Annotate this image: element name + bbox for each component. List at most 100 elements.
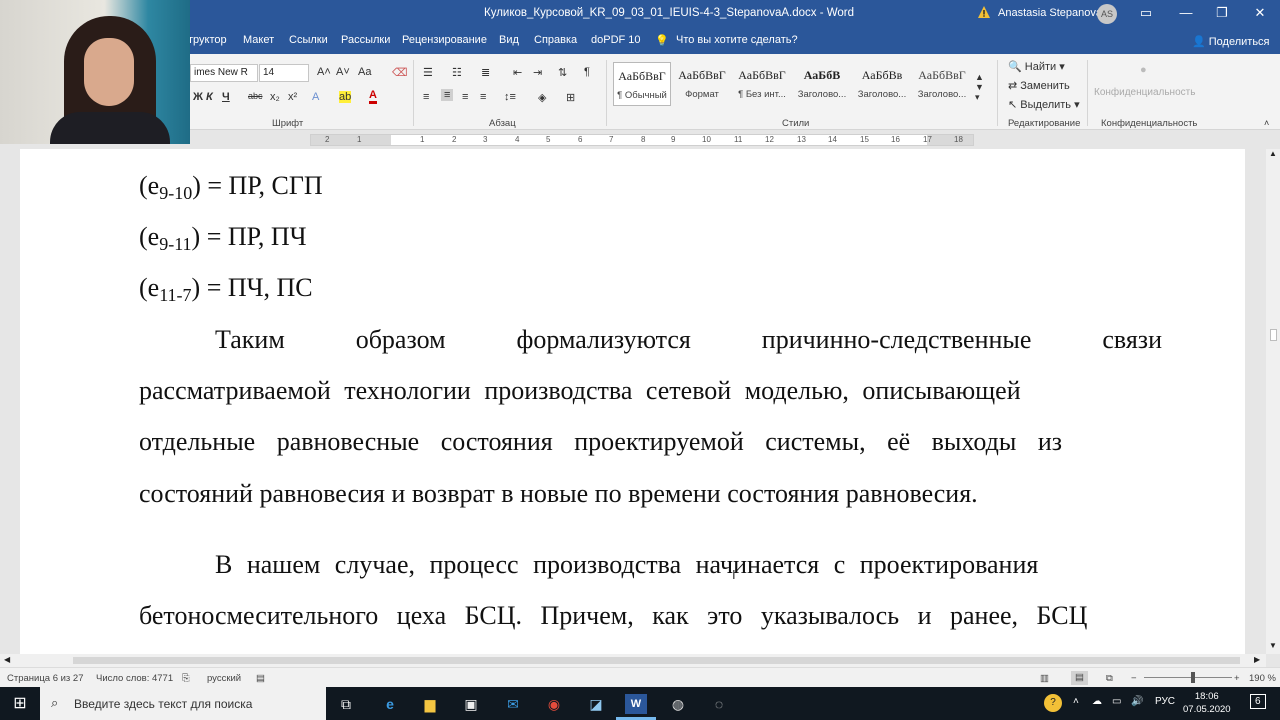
- find-button[interactable]: 🔍 Найти ▾: [1008, 60, 1065, 73]
- file-explorer-icon[interactable]: ▆: [419, 694, 441, 714]
- justify-icon[interactable]: ≡: [480, 91, 486, 103]
- style-heading-2[interactable]: АаБбВв Заголово...: [853, 62, 911, 106]
- shrink-font-icon[interactable]: A˅: [336, 66, 350, 78]
- strikethrough-icon[interactable]: abc: [248, 91, 263, 101]
- font-name-combo[interactable]: imes New R: [190, 64, 258, 82]
- notifications-badge[interactable]: 6: [1250, 694, 1266, 709]
- user-avatar[interactable]: AS: [1097, 4, 1117, 24]
- page-count[interactable]: Страница 6 из 27: [7, 673, 84, 684]
- help-icon[interactable]: ?: [1044, 694, 1062, 712]
- hscroll-thumb[interactable]: [73, 657, 1240, 664]
- style-heading-1[interactable]: АаБбВ Заголово...: [793, 62, 851, 106]
- document-area[interactable]: (e9-10) = ПР, СГП (e9-11) = ПР, ПЧ (e11-…: [0, 149, 1266, 654]
- minimize-button[interactable]: —: [1166, 0, 1206, 28]
- numbering-icon[interactable]: ☷: [452, 66, 462, 79]
- text-effects-icon[interactable]: A: [312, 91, 319, 103]
- web-layout-icon[interactable]: ⧉: [1106, 673, 1113, 684]
- vertical-scrollbar[interactable]: ▲ ▼: [1266, 149, 1280, 654]
- scroll-thumb[interactable]: [1270, 329, 1277, 341]
- zoom-in-icon[interactable]: +: [1234, 673, 1240, 684]
- app-icon[interactable]: ◪: [585, 694, 607, 714]
- read-mode-icon[interactable]: ▥: [1040, 673, 1049, 684]
- show-marks-icon[interactable]: ¶: [584, 66, 590, 78]
- scroll-right-icon[interactable]: ▶: [1254, 655, 1260, 664]
- replace-button[interactable]: ⇄ Заменить: [1008, 79, 1070, 92]
- bold-icon[interactable]: Ж: [193, 91, 203, 103]
- proofing-icon[interactable]: ⎘: [182, 673, 190, 684]
- increase-indent-icon[interactable]: ⇥: [533, 66, 542, 79]
- tab-design[interactable]: труктор: [188, 34, 227, 46]
- user-name[interactable]: Anastasia Stepanova: [998, 7, 1102, 19]
- font-size-combo[interactable]: 14: [259, 64, 309, 82]
- tab-layout[interactable]: Макет: [243, 34, 274, 46]
- select-button[interactable]: ↖ Выделить ▾: [1008, 98, 1080, 111]
- close-button[interactable]: ✕: [1240, 0, 1280, 28]
- scroll-down-icon[interactable]: ▼: [1269, 641, 1277, 650]
- underline-icon[interactable]: Ч: [222, 91, 230, 103]
- input-language[interactable]: РУС: [1155, 696, 1175, 707]
- tab-references[interactable]: Ссылки: [289, 34, 328, 46]
- style-no-spacing[interactable]: АаБбВвГ ¶ Без инт...: [733, 62, 791, 106]
- subscript-icon[interactable]: x₂: [270, 91, 280, 103]
- change-case-icon[interactable]: Aa: [358, 66, 371, 78]
- taskbar-search[interactable]: ⌕ Введите здесь текст для поиска: [40, 687, 326, 720]
- restore-button[interactable]: ❐: [1202, 0, 1242, 28]
- clear-format-icon[interactable]: ⌫: [392, 66, 408, 79]
- tab-mailings[interactable]: Рассылки: [341, 34, 390, 46]
- ribbon-display-options-icon[interactable]: ▭: [1126, 0, 1166, 28]
- styles-scroll-icon[interactable]: ▲ ▼ ▾: [975, 72, 984, 103]
- multilevel-list-icon[interactable]: ≣: [481, 66, 490, 79]
- borders-icon[interactable]: ⊞: [566, 91, 575, 104]
- bullets-icon[interactable]: ☰: [423, 66, 433, 79]
- decrease-indent-icon[interactable]: ⇤: [513, 66, 522, 79]
- style-normal[interactable]: АаБбВвГ ¶ Обычный: [613, 62, 671, 106]
- warning-icon[interactable]: [977, 5, 991, 19]
- tab-review[interactable]: Рецензирование: [402, 34, 487, 46]
- zoom-slider[interactable]: [1144, 677, 1232, 678]
- grow-font-icon[interactable]: A˄: [317, 66, 331, 78]
- sensitivity-icon[interactable]: ●: [1140, 64, 1147, 76]
- tab-view[interactable]: Вид: [499, 34, 519, 46]
- line-spacing-icon[interactable]: ↕≡: [504, 91, 516, 103]
- macro-icon[interactable]: ▤: [256, 673, 265, 684]
- align-left-icon[interactable]: ≡: [423, 91, 429, 103]
- sensitivity-button[interactable]: Конфиденциальность: [1094, 87, 1195, 98]
- tray-expand-icon[interactable]: ˄: [1073, 696, 1079, 707]
- ruler-strip[interactable]: 2 1 1 2 3 4 5 6 7 8 9 10 11 12 13 14 15 …: [310, 134, 974, 146]
- task-view-icon[interactable]: ⧉: [335, 694, 357, 714]
- obs-icon[interactable]: ◌: [708, 694, 730, 714]
- align-right-icon[interactable]: ≡: [462, 91, 468, 103]
- windows-start-icon[interactable]: ⊞: [9, 694, 31, 714]
- tab-dopdf[interactable]: doPDF 10: [591, 34, 641, 46]
- sort-icon[interactable]: ⇅: [558, 66, 567, 79]
- word-icon[interactable]: W: [625, 694, 647, 714]
- mail-icon[interactable]: ✉: [502, 694, 524, 714]
- highlight-icon[interactable]: ab: [339, 91, 352, 103]
- superscript-icon[interactable]: x²: [288, 91, 297, 103]
- clock[interactable]: 18:06 07.05.2020: [1183, 690, 1231, 716]
- collapse-ribbon-icon[interactable]: ˄: [1264, 118, 1269, 128]
- shading-icon[interactable]: ◈: [538, 91, 546, 104]
- recorder-icon[interactable]: ◍: [667, 694, 689, 714]
- align-center-icon[interactable]: ≡: [441, 89, 454, 101]
- scroll-up-icon[interactable]: ▲: [1269, 149, 1277, 158]
- onedrive-icon[interactable]: ☁: [1092, 696, 1102, 707]
- horizontal-scrollbar[interactable]: ◀ ▶: [0, 654, 1266, 667]
- zoom-out-icon[interactable]: −: [1131, 673, 1137, 684]
- language-indicator[interactable]: русский: [207, 673, 241, 684]
- print-layout-icon[interactable]: ▤: [1071, 671, 1088, 685]
- document-page[interactable]: (e9-10) = ПР, СГП (e9-11) = ПР, ПЧ (e11-…: [20, 149, 1245, 654]
- style-format[interactable]: АаБбВвГ Формат: [673, 62, 731, 106]
- zoom-slider-thumb[interactable]: [1191, 672, 1195, 683]
- zoom-level[interactable]: 190 %: [1249, 673, 1276, 684]
- edge-icon[interactable]: e: [379, 694, 401, 714]
- tab-help[interactable]: Справка: [534, 34, 577, 46]
- font-color-icon[interactable]: A: [369, 90, 377, 104]
- word-count[interactable]: Число слов: 4771: [96, 673, 173, 684]
- scroll-left-icon[interactable]: ◀: [4, 655, 10, 664]
- style-heading-3[interactable]: АаБбВвГ Заголово...: [913, 62, 971, 106]
- tell-me-input[interactable]: Что вы хотите сделать?: [676, 34, 798, 46]
- network-icon[interactable]: ▭: [1112, 696, 1121, 707]
- chrome-icon[interactable]: ◉: [543, 694, 565, 714]
- ruler[interactable]: 2 1 1 2 3 4 5 6 7 8 9 10 11 12 13 14 15 …: [0, 131, 1280, 149]
